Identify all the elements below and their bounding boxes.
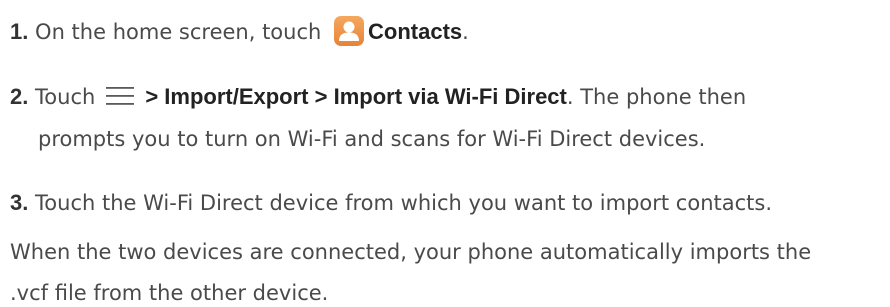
- note-line-1: When the two devices are connected, your…: [10, 240, 812, 264]
- menu-icon: [105, 85, 135, 107]
- step-text: On the home screen, touch: [35, 20, 322, 44]
- step-number: 2.: [10, 84, 29, 109]
- contacts-label: Contacts: [368, 19, 463, 44]
- note-line-2: .vcf file from the other device.: [10, 281, 329, 305]
- step-2: 2. Touch > Import/Export > Import via Wi…: [10, 83, 746, 111]
- step-3: 3. Touch the Wi-Fi Direct device from wh…: [10, 189, 772, 217]
- step-text-end: . The phone then: [566, 85, 747, 109]
- step-text: Touch the Wi-Fi Direct device from which…: [35, 191, 773, 215]
- step-number: 3.: [10, 190, 29, 215]
- import-path-label: > Import/Export > Import via Wi-Fi Direc…: [145, 84, 567, 109]
- step-text-end: .: [462, 20, 469, 44]
- step-1: 1. On the home screen, touch Contacts.: [10, 16, 469, 46]
- step-2-continued: prompts you to turn on Wi-Fi and scans f…: [38, 127, 706, 151]
- step-number: 1.: [10, 19, 29, 44]
- step-text: Touch: [35, 85, 96, 109]
- contacts-icon: [334, 16, 365, 46]
